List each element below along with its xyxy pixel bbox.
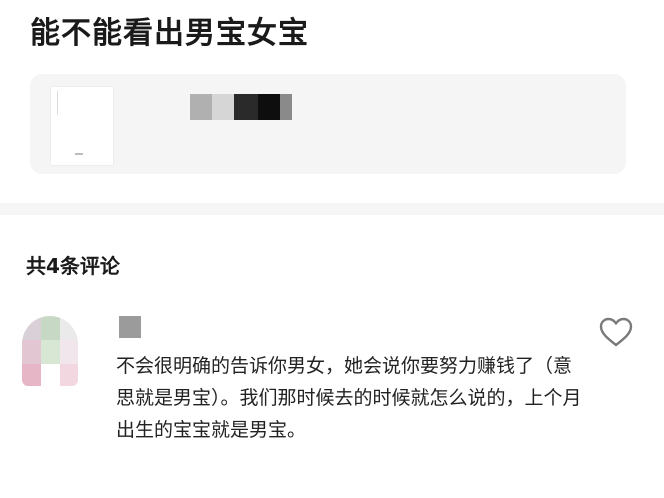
attachment-thumbnail[interactable]: [50, 86, 114, 166]
avatar[interactable]: [22, 316, 78, 386]
post-title: 能不能看出男宝女宝: [30, 16, 309, 51]
blur-block: [212, 94, 234, 120]
comment-count: 共4条评论: [26, 254, 120, 278]
commenter-name-redacted[interactable]: [119, 316, 141, 338]
blur-block: [280, 94, 292, 120]
thumbnail-edge: [57, 91, 58, 115]
thumbnail-mark: [75, 153, 83, 155]
avatar-pixel: [41, 340, 60, 364]
like-button[interactable]: [598, 316, 634, 348]
blur-block: [258, 94, 280, 120]
heart-outline-icon: [599, 317, 633, 347]
attachment-card[interactable]: [30, 74, 626, 174]
blur-block: [190, 94, 212, 120]
avatar-pixel: [41, 316, 60, 340]
comment-text: 不会很明确的告诉你男女，她会说你要努力赚钱了（意思就是男宝）。我们那时候去的时候…: [116, 355, 582, 441]
avatar-pixel: [60, 364, 78, 386]
blur-block: [234, 94, 258, 120]
section-divider: [0, 203, 664, 215]
avatar-pixel: [22, 364, 41, 386]
avatar-pixel: [60, 316, 78, 340]
avatar-pixel: [22, 316, 41, 340]
attachment-blurred-text: [190, 94, 292, 120]
avatar-pixel: [41, 364, 60, 386]
avatar-pixel: [60, 340, 78, 364]
avatar-pixel: [22, 340, 41, 364]
